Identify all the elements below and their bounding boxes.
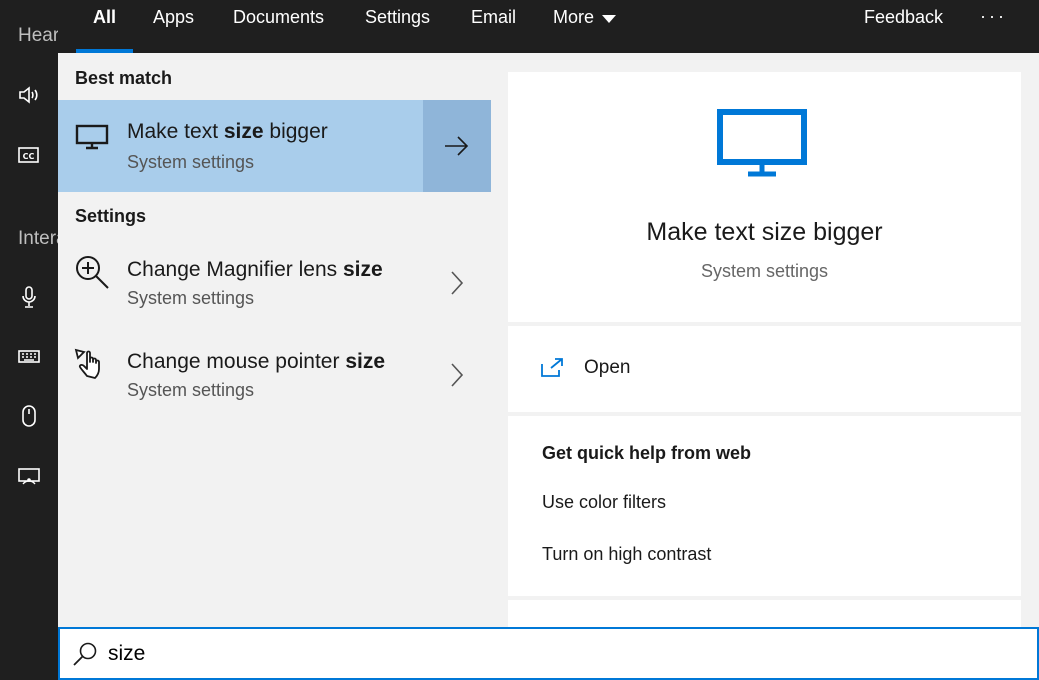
preview-actions-card: Open: [508, 326, 1021, 412]
preview-title: Make text size bigger: [646, 218, 883, 246]
arrow-right-icon: [445, 136, 469, 156]
search-icon: [73, 642, 97, 666]
settings-heading: Settings: [75, 206, 147, 226]
web-link-high-contrast[interactable]: Turn on high contrast: [542, 544, 711, 565]
search-box[interactable]: [58, 627, 1039, 680]
list-item[interactable]: Change mouse pointer size System setting…: [58, 329, 491, 419]
speaker-icon[interactable]: [18, 84, 40, 106]
web-link-color-filters[interactable]: Use color filters: [542, 492, 666, 513]
best-match-open[interactable]: Make text size bigger System settings: [58, 100, 422, 192]
list-item-subtitle: System settings: [127, 288, 255, 308]
open-label: Open: [584, 357, 631, 378]
list-item-title: Change mouse pointer size: [127, 350, 386, 373]
section-hearing: Hearing: [18, 25, 58, 46]
tab-documents[interactable]: Documents: [233, 0, 324, 53]
list-item-subtitle: System settings: [127, 380, 255, 400]
web-help-heading: Get quick help from web: [542, 443, 752, 463]
eye-control-icon[interactable]: [18, 466, 40, 488]
chevron-right-icon: [446, 360, 468, 390]
preview-more-card: [508, 600, 1021, 628]
results-list: Best match Make text size bigger System …: [58, 53, 491, 627]
chevron-right-icon: [446, 268, 468, 298]
tab-apps[interactable]: Apps: [153, 0, 194, 53]
tab-more[interactable]: More: [553, 0, 617, 53]
best-match-heading: Best match: [75, 68, 173, 88]
open-external-icon: [541, 358, 563, 377]
preview-subtitle: System settings: [700, 261, 829, 281]
monitor-icon: [716, 108, 812, 183]
chevron-down-icon: [602, 15, 617, 23]
mouse-icon[interactable]: [18, 405, 40, 427]
best-match-expand-button[interactable]: [423, 100, 491, 192]
microphone-icon[interactable]: [18, 286, 40, 308]
settings-sidebar: Hearing CC Interaction: [0, 0, 58, 680]
search-tabs: All Apps Documents Settings Email More F…: [58, 0, 1039, 53]
search-input[interactable]: [108, 637, 1008, 671]
tab-email[interactable]: Email: [471, 0, 516, 53]
list-item[interactable]: Change Magnifier lens size System settin…: [58, 237, 491, 327]
section-interaction: Interaction: [18, 228, 58, 249]
best-match-item[interactable]: Make text size bigger System settings: [58, 100, 491, 192]
web-help-card: Get quick help from web Use color filter…: [508, 416, 1021, 596]
closed-captions-icon[interactable]: CC: [18, 144, 40, 166]
open-button[interactable]: Open: [540, 357, 630, 379]
tab-all[interactable]: All: [75, 0, 134, 53]
preview-header-card: Make text size bigger System settings: [508, 72, 1021, 322]
feedback-link[interactable]: Feedback: [864, 0, 943, 53]
best-match-title: Make text size bigger: [127, 120, 328, 143]
keyboard-icon[interactable]: [18, 345, 40, 367]
list-item-title: Change Magnifier lens size: [127, 258, 383, 281]
magnifier-icon: [73, 253, 111, 291]
search-flyout: All Apps Documents Settings Email More F…: [58, 0, 1039, 680]
best-match-subtitle: System settings: [127, 152, 255, 172]
tab-more-label: More: [553, 7, 595, 27]
svg-text:CC: CC: [23, 152, 35, 161]
tab-settings[interactable]: Settings: [365, 0, 430, 53]
more-options-button[interactable]: ···: [980, 6, 1007, 27]
monitor-icon: [73, 118, 111, 156]
hand-pointer-icon: [73, 345, 111, 383]
